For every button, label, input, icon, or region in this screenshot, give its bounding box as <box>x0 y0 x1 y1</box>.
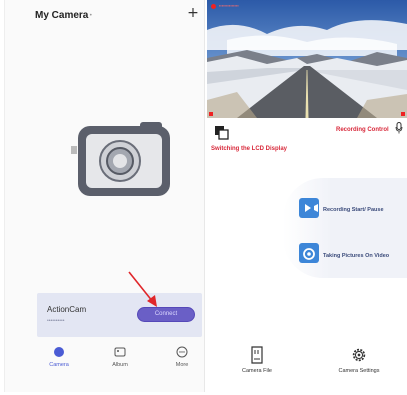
camera-control-screen: ▪▪▪▪▪▪▪▪▪▪▪▪▪▪ Switching the LCD Display… <box>207 0 407 392</box>
bottom-actions: Camera File Camera Settings <box>207 346 407 386</box>
device-subtitle: •••••••••• <box>47 318 65 324</box>
picture-on-video-label: Taking Pictures On Video <box>323 253 390 259</box>
corner-marker <box>209 112 213 116</box>
tab-camera[interactable]: Camera <box>39 346 79 368</box>
camera-settings-label: Camera Settings <box>338 368 380 374</box>
live-preview-image <box>207 0 407 118</box>
lcd-switch-icon[interactable] <box>215 126 229 140</box>
tab-label: Album <box>112 362 128 368</box>
title-indicator: • <box>89 12 93 19</box>
camera-file-button[interactable]: Camera File <box>227 346 287 374</box>
live-status-text: ▪▪▪▪▪▪▪▪▪▪▪▪▪▪ <box>219 3 239 8</box>
corner-marker <box>401 112 405 116</box>
action-panel: Recording Start/ Pause Taking Pictures O… <box>283 178 407 278</box>
header: My Camera • + <box>5 0 204 30</box>
tab-album[interactable]: Album <box>100 346 140 368</box>
arrow-pointer-icon <box>128 271 157 307</box>
microphone-icon[interactable] <box>395 122 403 134</box>
video-camera-icon[interactable] <box>299 198 319 218</box>
bottom-tab-bar: Camera Album More <box>5 346 204 376</box>
lcd-switch-label: Switching the LCD Display <box>211 146 288 152</box>
camera-dot-icon <box>54 347 64 357</box>
gear-icon <box>352 348 366 362</box>
device-card[interactable]: ActionCam •••••••••• Connect <box>37 293 202 337</box>
live-preview[interactable]: ▪▪▪▪▪▪▪▪▪▪▪▪▪▪ <box>207 0 407 118</box>
album-icon <box>114 347 126 357</box>
page-title: My Camera <box>35 10 89 21</box>
tab-label: Camera <box>49 362 69 368</box>
snapshot-icon[interactable] <box>299 243 319 263</box>
plus-icon[interactable]: + <box>186 6 200 20</box>
camera-list-screen: My Camera • + ActionCam •••••••••• Conne… <box>4 0 205 392</box>
camera-file-label: Camera File <box>242 368 272 374</box>
tab-label: More <box>175 362 189 368</box>
recording-start-pause-label: Recording Start/ Pause <box>323 207 384 213</box>
device-name: ActionCam <box>47 305 87 314</box>
tab-more[interactable]: More <box>162 346 202 368</box>
more-icon <box>176 346 188 358</box>
recording-control-label: Recording Control <box>336 127 389 133</box>
recording-indicator <box>211 4 216 9</box>
camera-illustration-icon <box>78 122 170 196</box>
camera-settings-button[interactable]: Camera Settings <box>329 346 389 374</box>
sd-card-icon <box>251 346 263 364</box>
